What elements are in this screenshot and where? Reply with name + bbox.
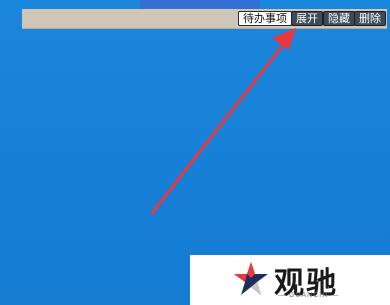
arrow-head-icon <box>272 28 296 50</box>
arrow-shaft <box>150 38 289 215</box>
brand-subtitle: — GUANCHI — <box>278 292 340 299</box>
watermark-logo: 观驰 — GUANCHI — <box>190 255 390 305</box>
star-logo-icon <box>234 262 268 295</box>
